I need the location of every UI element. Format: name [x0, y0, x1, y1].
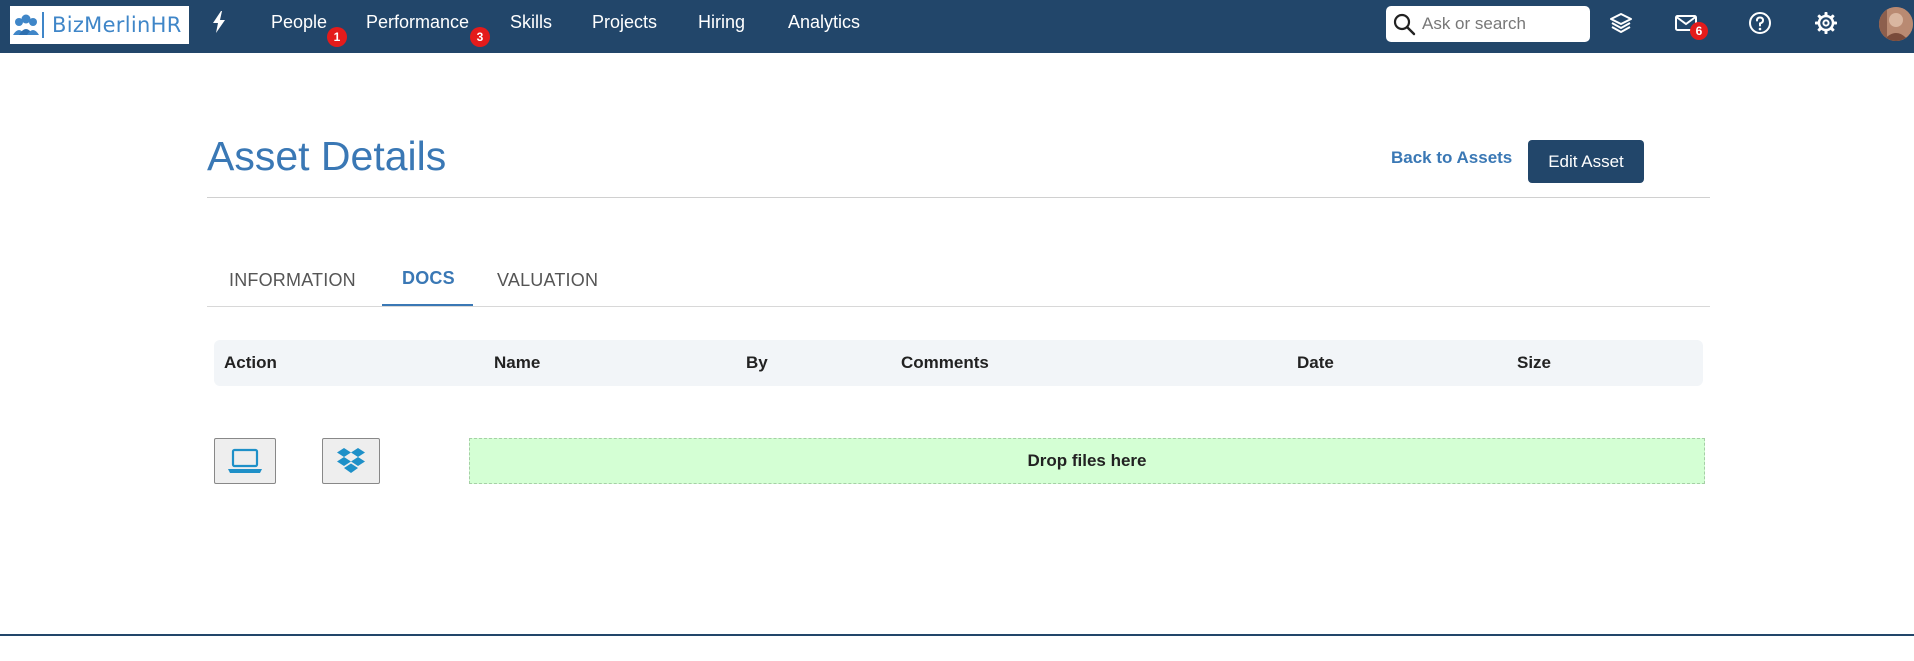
top-navbar: BizMerlinHR People 1 Performance 3 Skill… — [0, 0, 1914, 53]
performance-badge: 3 — [470, 27, 490, 47]
brand-name: BizMerlinHR — [52, 13, 182, 37]
lightning-icon[interactable] — [210, 10, 228, 34]
column-header-by: By — [746, 353, 768, 372]
page-title: Asset Details — [207, 133, 447, 179]
column-header-name: Name — [494, 353, 541, 372]
docs-table-header: Action Name By Comments Date Size — [214, 340, 1703, 386]
nav-performance[interactable]: Performance — [366, 12, 469, 33]
dropzone-label: Drop files here — [1027, 451, 1147, 470]
tab-valuation[interactable]: VALUATION — [497, 270, 598, 291]
brand-logo[interactable]: BizMerlinHR — [10, 6, 189, 44]
help-icon — [1749, 12, 1771, 34]
nav-skills[interactable]: Skills — [510, 12, 552, 33]
back-to-assets-link[interactable]: Back to Assets — [1391, 148, 1512, 168]
column-header-comments: Comments — [901, 353, 989, 372]
header-divider — [207, 197, 1710, 198]
user-photo-icon — [1879, 7, 1913, 41]
laptop-icon — [228, 448, 262, 473]
mail-badge: 6 — [1690, 22, 1708, 40]
tab-information[interactable]: INFORMATION — [229, 270, 356, 291]
search-icon — [1393, 13, 1416, 36]
people-logo-icon — [13, 14, 39, 35]
dropbox-icon — [337, 448, 365, 473]
help-button[interactable] — [1745, 8, 1775, 38]
nav-people[interactable]: People — [271, 12, 327, 33]
layers-icon — [1610, 13, 1632, 33]
avatar[interactable] — [1879, 7, 1913, 41]
column-header-date: Date — [1297, 353, 1334, 372]
nav-analytics[interactable]: Analytics — [788, 12, 860, 33]
edit-asset-button[interactable]: Edit Asset — [1528, 140, 1644, 183]
search-box[interactable] — [1386, 6, 1590, 42]
tab-docs[interactable]: DOCS — [402, 268, 455, 289]
tabs-divider — [207, 306, 1710, 307]
file-dropzone[interactable]: Drop files here — [469, 438, 1705, 484]
column-header-size: Size — [1517, 353, 1552, 372]
upload-from-dropbox-button[interactable] — [322, 438, 380, 484]
nav-projects[interactable]: Projects — [592, 12, 657, 33]
search-input[interactable] — [1420, 13, 1584, 35]
column-header-action: Action — [224, 353, 277, 372]
people-badge: 1 — [327, 27, 347, 47]
logo-divider — [42, 12, 44, 38]
upload-from-computer-button[interactable] — [214, 438, 276, 484]
settings-button[interactable] — [1811, 8, 1841, 38]
gear-icon — [1815, 12, 1837, 34]
nav-hiring[interactable]: Hiring — [698, 12, 745, 33]
footer-divider — [0, 634, 1914, 636]
layers-button[interactable] — [1606, 8, 1636, 38]
